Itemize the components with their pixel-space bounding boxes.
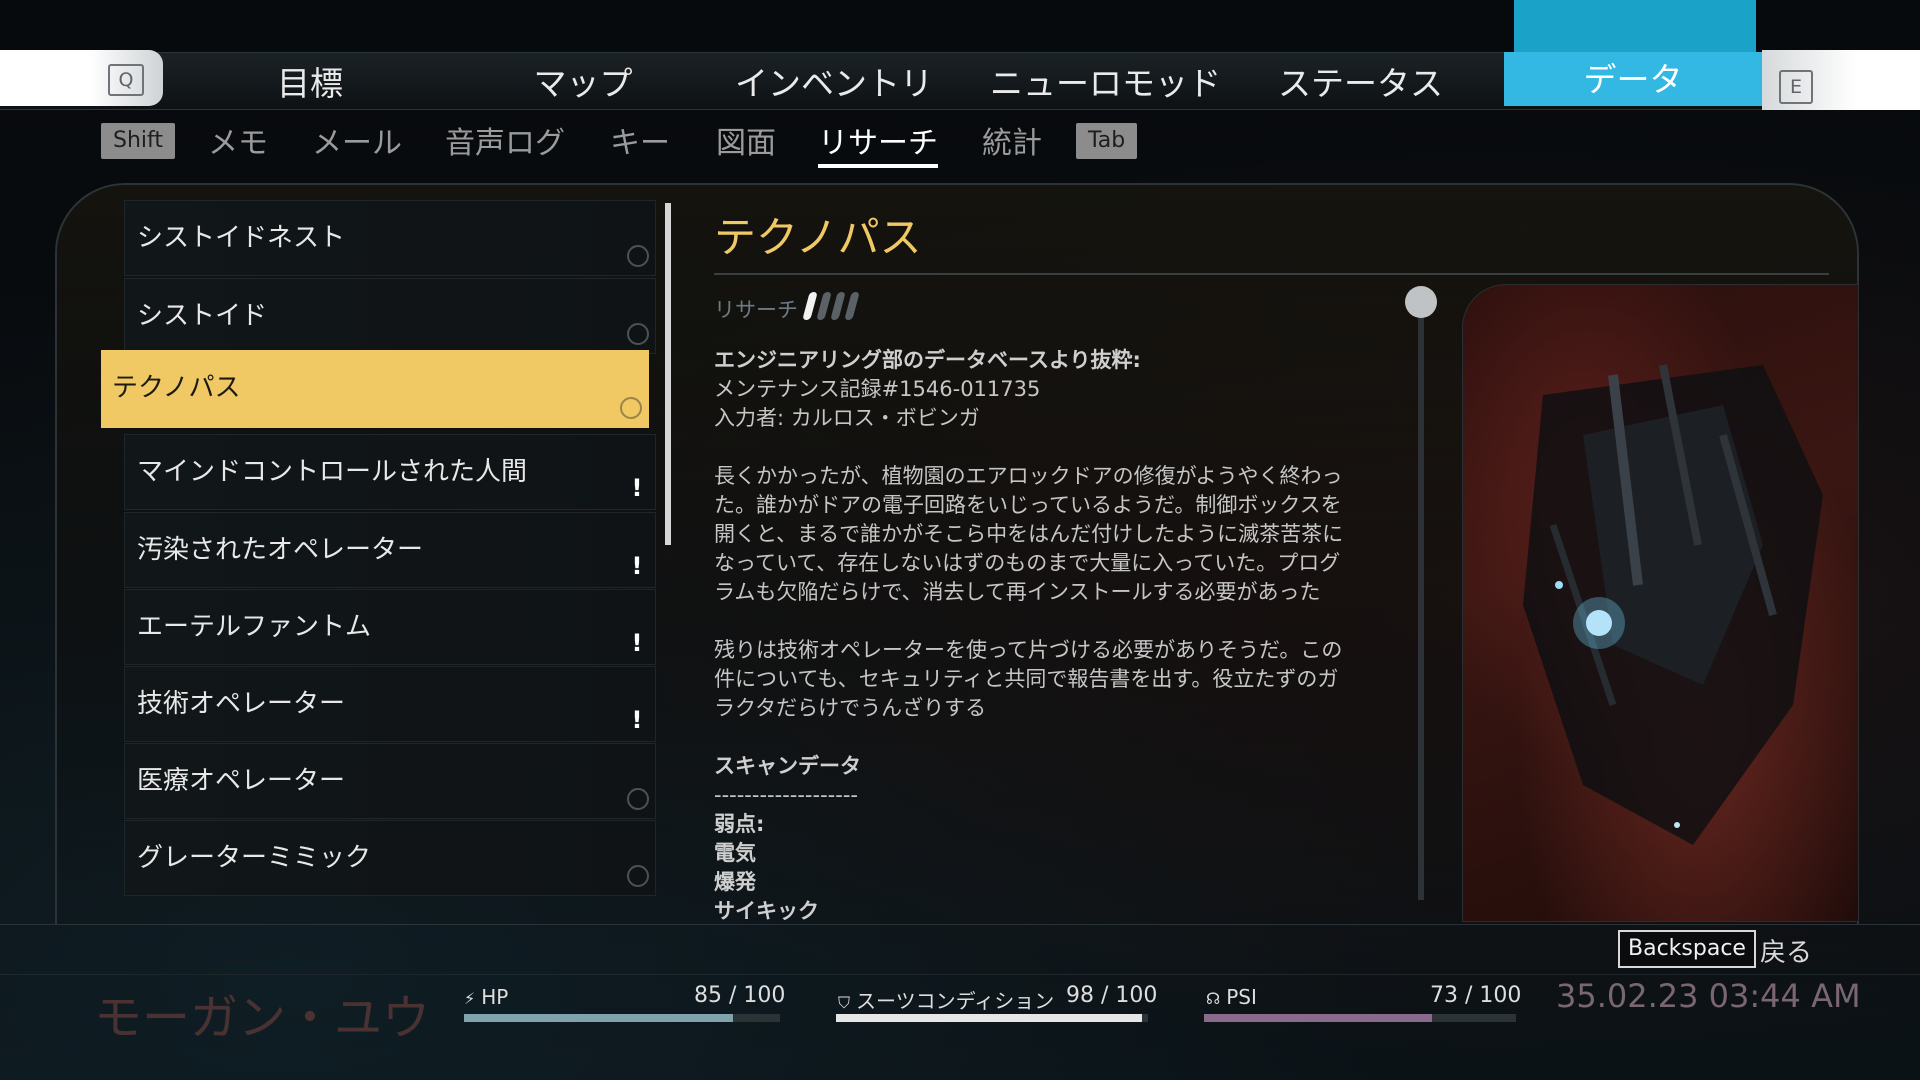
tab-status[interactable]: ステータス <box>1278 56 1443 112</box>
research-bar-empty <box>816 292 832 320</box>
tab-inventory[interactable]: インベントリ <box>734 56 934 112</box>
list-item-selected[interactable]: テクノパス <box>101 350 649 428</box>
detail-scrollbar-knob[interactable] <box>1405 286 1437 318</box>
tab-map[interactable]: マップ <box>508 56 658 112</box>
record-header: エンジニアリング部のデータベースより抜粋: <box>714 348 1141 372</box>
research-bar-empty <box>844 292 860 320</box>
subtab-keys[interactable]: キー <box>610 124 670 164</box>
list-item-label: シストイド <box>137 301 268 331</box>
status-ring-icon <box>627 323 649 345</box>
list-scrollbar[interactable] <box>665 203 671 545</box>
list-item-label: グレーターミミック <box>137 843 372 873</box>
list-item[interactable]: マインドコントロールされた人間 ! <box>124 434 656 510</box>
body-line: 開くと、まるで誰かがそこら中をはんだ付けしたように滅茶苦茶に <box>714 522 1344 546</box>
body-line: 長くかかったが、植物園のエアロックドアの修復がようやく終わっ <box>714 464 1343 488</box>
list-item[interactable]: エーテルファントム ! <box>124 589 656 665</box>
hp-bar-fill <box>464 1014 733 1022</box>
alert-icon: ! <box>631 552 643 580</box>
alert-icon: ! <box>631 706 643 734</box>
subtab-audio-logs[interactable]: 音声ログ <box>445 124 565 164</box>
body-line: ラクタだらけでうんざりする <box>714 696 987 720</box>
list-item-label: マインドコントロールされた人間 <box>137 457 528 487</box>
status-ring-icon <box>627 245 649 267</box>
list-item[interactable]: 技術オペレーター ! <box>124 666 656 742</box>
body-line: 残りは技術オペレーターを使って片づける必要がありそうだ。この <box>714 638 1343 662</box>
psi-value: 73 / 100 <box>1430 983 1522 1008</box>
research-progress-indicator <box>802 292 862 322</box>
hp-label-group: ⚡ HP <box>464 985 508 1009</box>
alert-icon: ! <box>631 474 643 502</box>
subtab-notes[interactable]: メモ <box>208 124 268 164</box>
date-time: 35.02.23 03:44 AM <box>1556 977 1861 1015</box>
research-bar-empty <box>830 292 846 320</box>
suit-label-group: ⛉ スーツコンディション <box>838 985 1054 1014</box>
research-label: リサーチ <box>714 298 798 322</box>
status-ring-icon <box>627 788 649 810</box>
status-ring-icon <box>627 865 649 887</box>
detail-scrollbar-track[interactable] <box>1418 300 1424 900</box>
list-item-label: シストイドネスト <box>137 223 346 253</box>
footer-divider <box>0 974 1920 975</box>
back-button[interactable]: 戻る <box>1760 932 1812 969</box>
player-name: モーガン・ユウ <box>94 990 431 1046</box>
list-item[interactable]: 医療オペレーター <box>124 743 656 819</box>
status-ring-icon <box>620 397 642 419</box>
scan-data-title: スキャンデータ <box>714 754 861 778</box>
suit-bar <box>836 1014 1148 1022</box>
list-item-label: テクノパス <box>112 373 241 403</box>
creature-portrait-image <box>1462 284 1859 922</box>
psi-icon: ☊ <box>1206 989 1221 1008</box>
active-tab-highlight <box>1514 0 1756 52</box>
weakness-item: 電気 <box>714 841 756 865</box>
key-shift-hint[interactable]: Shift <box>101 123 176 159</box>
psi-label-group: ☊ PSI <box>1206 985 1257 1009</box>
subtab-stats[interactable]: 統計 <box>982 124 1042 164</box>
subtab-mail[interactable]: メール <box>312 124 402 164</box>
tab-neuromods[interactable]: ニューロモッド <box>990 56 1221 112</box>
record-id: メンテナンス記録#1546-011735 <box>714 377 1041 401</box>
hp-bar <box>464 1014 780 1022</box>
list-item-label: エーテルファントム <box>137 612 372 642</box>
list-item-label: 汚染されたオペレーター <box>137 535 424 565</box>
psi-label: PSI <box>1226 985 1257 1009</box>
hp-label: HP <box>481 985 509 1009</box>
list-item-label: 医療オペレーター <box>137 766 346 796</box>
body-line: 件についても、セキュリティと共同で報告書を出す。役立たずのガ <box>714 667 1339 691</box>
alert-icon: ! <box>631 629 643 657</box>
key-backspace-hint[interactable]: Backspace <box>1618 930 1756 968</box>
active-subtab-underline <box>818 164 938 168</box>
weakness-item: サイキック <box>714 899 819 923</box>
detail-title: テクノパス <box>714 213 922 262</box>
key-tab-hint[interactable]: Tab <box>1076 123 1138 159</box>
key-q-hint[interactable]: Q <box>108 64 144 96</box>
psi-bar-fill <box>1204 1014 1432 1022</box>
footer-divider <box>0 924 1920 925</box>
list-item[interactable]: シストイド <box>124 278 656 354</box>
subtab-research[interactable]: リサーチ <box>818 124 938 164</box>
title-divider <box>714 273 1829 275</box>
body-line: なっていて、存在しないはずのものまで大量に入っていた。プログ <box>714 551 1341 575</box>
weakness-label: 弱点: <box>714 812 765 836</box>
tab-objectives[interactable]: 目標 <box>255 56 365 112</box>
suit-label: スーツコンディション <box>856 989 1055 1013</box>
list-item[interactable]: グレーターミミック <box>124 820 656 896</box>
body-line: ラムも欠陥だらけで、消去して再インストールする必要があった <box>714 580 1321 604</box>
suit-bar-fill <box>836 1014 1142 1022</box>
key-e-hint[interactable]: E <box>1779 70 1813 104</box>
body-line: た。誰かがドアの電子回路をいじっているようだ。制御ボックスを <box>714 493 1342 517</box>
list-item[interactable]: シストイドネスト <box>124 200 656 276</box>
list-item-label: 技術オペレーター <box>137 689 346 719</box>
record-author: 入力者: カルロス・ボビンガ <box>714 406 980 430</box>
hp-value: 85 / 100 <box>694 983 786 1008</box>
scan-divider: ------------------- <box>714 783 858 807</box>
suit-value: 98 / 100 <box>1066 983 1158 1008</box>
heartbeat-icon: ⚡ <box>464 989 476 1008</box>
tab-data[interactable]: データ <box>1504 52 1762 106</box>
list-item[interactable]: 汚染されたオペレーター ! <box>124 512 656 588</box>
weakness-item: 爆発 <box>714 870 756 894</box>
shield-icon: ⛉ <box>838 993 851 1012</box>
subtab-blueprints[interactable]: 図面 <box>716 124 776 164</box>
technopath-illustration <box>1523 364 1823 845</box>
psi-bar <box>1204 1014 1516 1022</box>
